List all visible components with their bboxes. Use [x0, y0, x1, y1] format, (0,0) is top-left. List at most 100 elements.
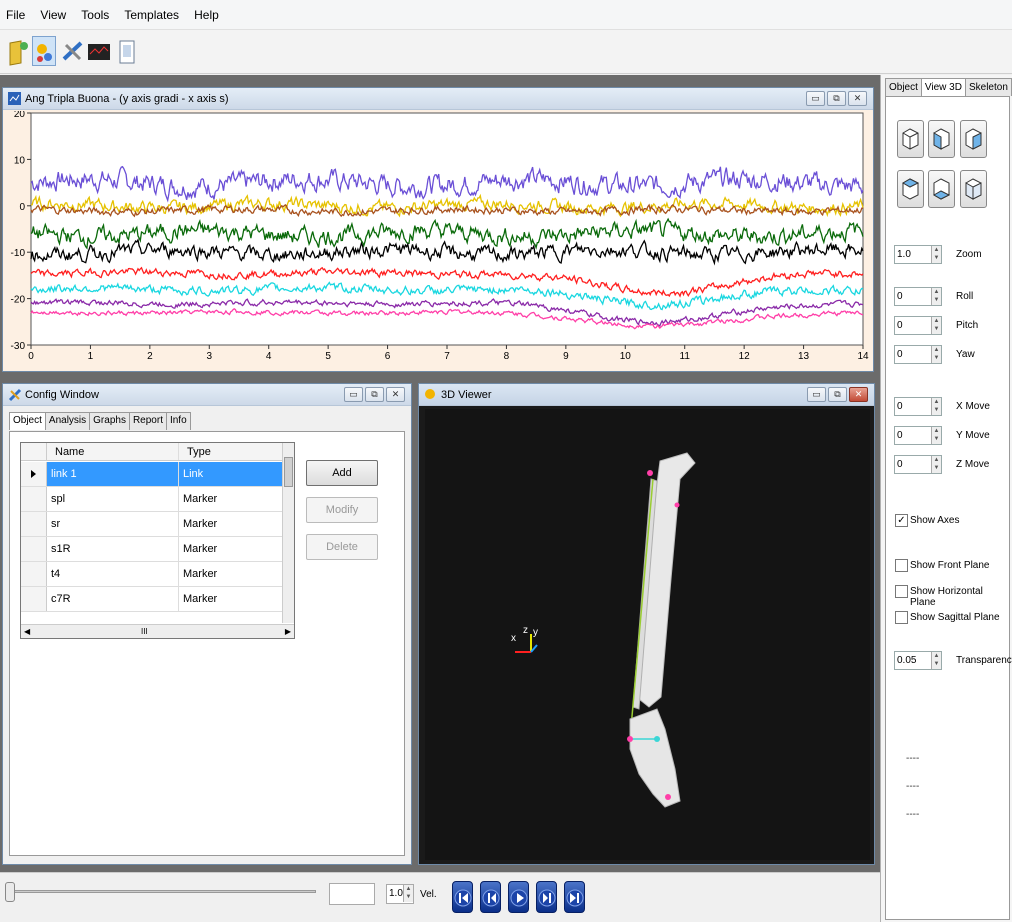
view-bottom-icon[interactable]: [928, 170, 955, 208]
play-button[interactable]: [508, 881, 529, 913]
spin-arrows-icon[interactable]: ▲ ▼: [931, 398, 941, 415]
menu-templates[interactable]: Templates: [118, 0, 185, 22]
speed-input[interactable]: 1.0 ▲ ▼: [386, 884, 414, 904]
view-right-icon[interactable]: [960, 120, 987, 158]
menu-help[interactable]: Help: [188, 0, 225, 22]
view-front-icon[interactable]: [897, 120, 924, 158]
spin-arrows-icon[interactable]: ▲ ▼: [931, 652, 941, 669]
object-icon[interactable]: [32, 36, 56, 66]
show-front-plane-checkbox[interactable]: [895, 559, 908, 572]
cell-name[interactable]: sr: [47, 512, 179, 536]
tab-graphs[interactable]: Graphs: [89, 412, 130, 430]
spin-arrows-icon[interactable]: ▲ ▼: [403, 885, 413, 902]
cell-name[interactable]: t4: [47, 562, 179, 586]
tab-report[interactable]: Report: [128, 412, 167, 430]
minimize-button[interactable]: ▭: [344, 387, 363, 402]
menu-tools[interactable]: Tools: [75, 0, 115, 22]
cell-type[interactable]: Marker: [179, 487, 282, 511]
add-button[interactable]: Add: [306, 460, 378, 486]
tab-analysis[interactable]: Analysis: [44, 412, 91, 430]
next-frame-button[interactable]: [536, 881, 557, 913]
row-selector[interactable]: [21, 562, 47, 586]
spin-arrows-icon[interactable]: ▲ ▼: [931, 288, 941, 305]
row-selector[interactable]: [21, 537, 47, 561]
view-left-icon[interactable]: [928, 120, 955, 158]
show-axes-checkbox[interactable]: ✓: [895, 514, 908, 527]
delete-button[interactable]: Delete: [306, 534, 378, 560]
pitch-input[interactable]: 0 ▲ ▼: [894, 316, 942, 335]
view-back-icon[interactable]: [960, 170, 987, 208]
tab-object[interactable]: Object: [885, 78, 922, 96]
maximize-button[interactable]: ⧉: [827, 91, 846, 106]
show-sagittal-plane-checkbox[interactable]: [895, 611, 908, 624]
table-row[interactable]: link 1 Link: [21, 462, 282, 487]
roll-input[interactable]: 0 ▲ ▼: [894, 287, 942, 306]
close-button[interactable]: ✕: [849, 387, 868, 402]
timeline-slider-thumb[interactable]: [5, 882, 15, 902]
config-window-titlebar[interactable]: Config Window ▭ ⧉ ✕: [3, 384, 411, 406]
row-selector[interactable]: [21, 587, 47, 611]
first-frame-button[interactable]: [452, 881, 473, 913]
zoom-input[interactable]: 1.0 ▲ ▼: [894, 245, 942, 264]
tab-object[interactable]: Object: [9, 412, 46, 430]
cell-name[interactable]: link 1: [47, 462, 179, 486]
timeline-track[interactable]: [10, 890, 316, 893]
menu-view[interactable]: View: [34, 0, 72, 22]
maximize-button[interactable]: ⧉: [365, 387, 384, 402]
graph-icon[interactable]: [86, 36, 110, 66]
time-input[interactable]: [329, 883, 375, 905]
table-row[interactable]: t4 Marker: [21, 562, 282, 587]
cell-name[interactable]: s1R: [47, 537, 179, 561]
close-button[interactable]: ✕: [848, 91, 867, 106]
tab-view3d[interactable]: View 3D: [920, 78, 966, 96]
scroll-left-icon[interactable]: ◀: [24, 627, 30, 636]
open-folder-icon[interactable]: [6, 36, 30, 66]
scroll-right-icon[interactable]: ▶: [285, 627, 291, 636]
z-move-input[interactable]: 0 ▲ ▼: [894, 455, 942, 474]
yaw-input[interactable]: 0 ▲ ▼: [894, 345, 942, 364]
horizontal-scrollbar[interactable]: ◀ III ▶: [21, 624, 294, 638]
column-type[interactable]: Type: [179, 443, 282, 460]
maximize-button[interactable]: ⧉: [828, 387, 847, 402]
tab-info[interactable]: Info: [165, 412, 191, 430]
cell-type[interactable]: Marker: [179, 562, 282, 586]
minimize-button[interactable]: ▭: [806, 91, 825, 106]
last-frame-button[interactable]: [564, 881, 585, 913]
vertical-scrollbar[interactable]: [282, 443, 294, 623]
row-selector[interactable]: [21, 487, 47, 511]
3d-viewport[interactable]: y z x: [425, 409, 870, 860]
previous-frame-button[interactable]: [480, 881, 501, 913]
viewer-window-titlebar[interactable]: 3D Viewer ▭ ⧉ ✕: [419, 384, 874, 406]
spin-arrows-icon[interactable]: ▲ ▼: [931, 317, 941, 334]
cell-type[interactable]: Marker: [179, 537, 282, 561]
cell-type[interactable]: Marker: [179, 512, 282, 536]
document-icon[interactable]: [114, 36, 138, 66]
spin-arrows-icon[interactable]: ▲ ▼: [931, 456, 941, 473]
minimize-button[interactable]: ▭: [807, 387, 826, 402]
tab-skeleton[interactable]: Skeleton: [964, 78, 1012, 96]
y-move-input[interactable]: 0 ▲ ▼: [894, 426, 942, 445]
close-button[interactable]: ✕: [386, 387, 405, 402]
table-row[interactable]: c7R Marker: [21, 587, 282, 612]
cell-type[interactable]: Link: [179, 462, 282, 486]
x-move-input[interactable]: 0 ▲ ▼: [894, 397, 942, 416]
menu-file[interactable]: File: [0, 0, 31, 22]
show-horizontal-plane-checkbox[interactable]: [895, 585, 908, 598]
scrollbar-thumb[interactable]: [284, 457, 293, 487]
column-name[interactable]: Name: [47, 443, 179, 460]
cell-type[interactable]: Marker: [179, 587, 282, 611]
spin-arrows-icon[interactable]: ▲ ▼: [931, 346, 941, 363]
spin-arrows-icon[interactable]: ▲ ▼: [931, 246, 941, 263]
modify-button[interactable]: Modify: [306, 497, 378, 523]
row-selector-icon[interactable]: [21, 462, 47, 486]
table-row[interactable]: s1R Marker: [21, 537, 282, 562]
tools-icon[interactable]: [60, 36, 84, 66]
table-row[interactable]: spl Marker: [21, 487, 282, 512]
spin-arrows-icon[interactable]: ▲ ▼: [931, 427, 941, 444]
table-row[interactable]: sr Marker: [21, 512, 282, 537]
view-top-icon[interactable]: [897, 170, 924, 208]
transparency-input[interactable]: 0.05 ▲ ▼: [894, 651, 942, 670]
row-selector[interactable]: [21, 512, 47, 536]
chart-window-titlebar[interactable]: Ang Tripla Buona - (y axis gradi - x axi…: [3, 88, 873, 110]
cell-name[interactable]: c7R: [47, 587, 179, 611]
